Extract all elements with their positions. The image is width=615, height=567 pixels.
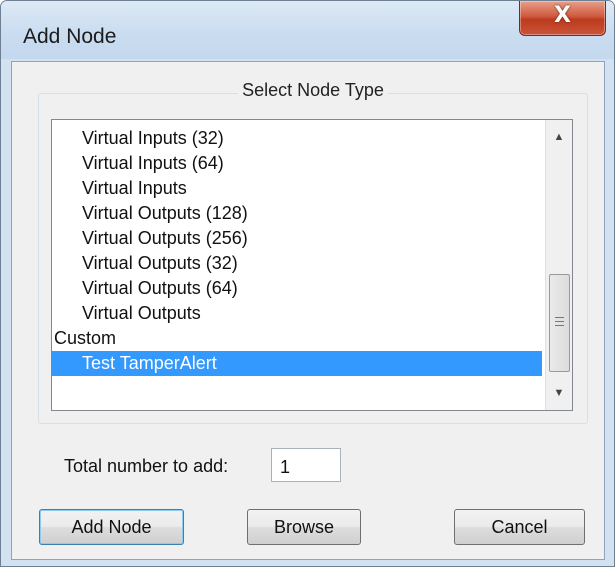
- scroll-down-arrow-icon[interactable]: ▼: [546, 382, 572, 404]
- list-item[interactable]: Virtual Outputs (256): [52, 226, 542, 251]
- dialog-body: Select Node Type Virtual Inputs (32) Virt…: [11, 61, 605, 560]
- add-node-button[interactable]: Add Node: [39, 509, 184, 545]
- list-item[interactable]: Virtual Outputs (64): [52, 276, 542, 301]
- close-icon: X: [554, 3, 571, 28]
- list-item[interactable]: Virtual Outputs (32): [52, 251, 542, 276]
- scroll-thumb[interactable]: [549, 274, 570, 372]
- total-number-label: Total number to add:: [64, 456, 229, 476]
- list-item[interactable]: Virtual Outputs: [52, 301, 542, 326]
- list-items: Virtual Inputs (32) Virtual Inputs (64) Vi…: [52, 126, 542, 376]
- cancel-button[interactable]: Cancel: [454, 509, 585, 545]
- list-item[interactable]: Virtual Outputs (128): [52, 201, 542, 226]
- list-item[interactable]: Virtual Inputs: [52, 176, 542, 201]
- close-button[interactable]: X: [519, 1, 606, 36]
- list-item[interactable]: Virtual Inputs (32): [52, 126, 542, 151]
- scroll-up-arrow-icon[interactable]: ▲: [546, 126, 572, 148]
- list-item[interactable]: Virtual Inputs (64): [52, 151, 542, 176]
- total-number-input[interactable]: [271, 448, 341, 482]
- node-type-listbox[interactable]: Virtual Inputs (32) Virtual Inputs (64) Vi…: [51, 119, 573, 411]
- window-title: Add Node: [23, 25, 117, 48]
- title-bar[interactable]: Add Node X: [1, 1, 614, 59]
- browse-button[interactable]: Browse: [247, 509, 361, 545]
- list-item[interactable]: Test TamperAlert: [52, 351, 542, 376]
- list-category-header[interactable]: Custom: [52, 326, 542, 351]
- node-type-group: Select Node Type Virtual Inputs (32) Virt…: [38, 80, 588, 424]
- add-node-dialog: Add Node X Select Node Type Virtual Inpu…: [0, 0, 615, 567]
- group-title: Select Node Type: [238, 80, 388, 100]
- vertical-scrollbar[interactable]: ▲ ▼: [545, 120, 572, 410]
